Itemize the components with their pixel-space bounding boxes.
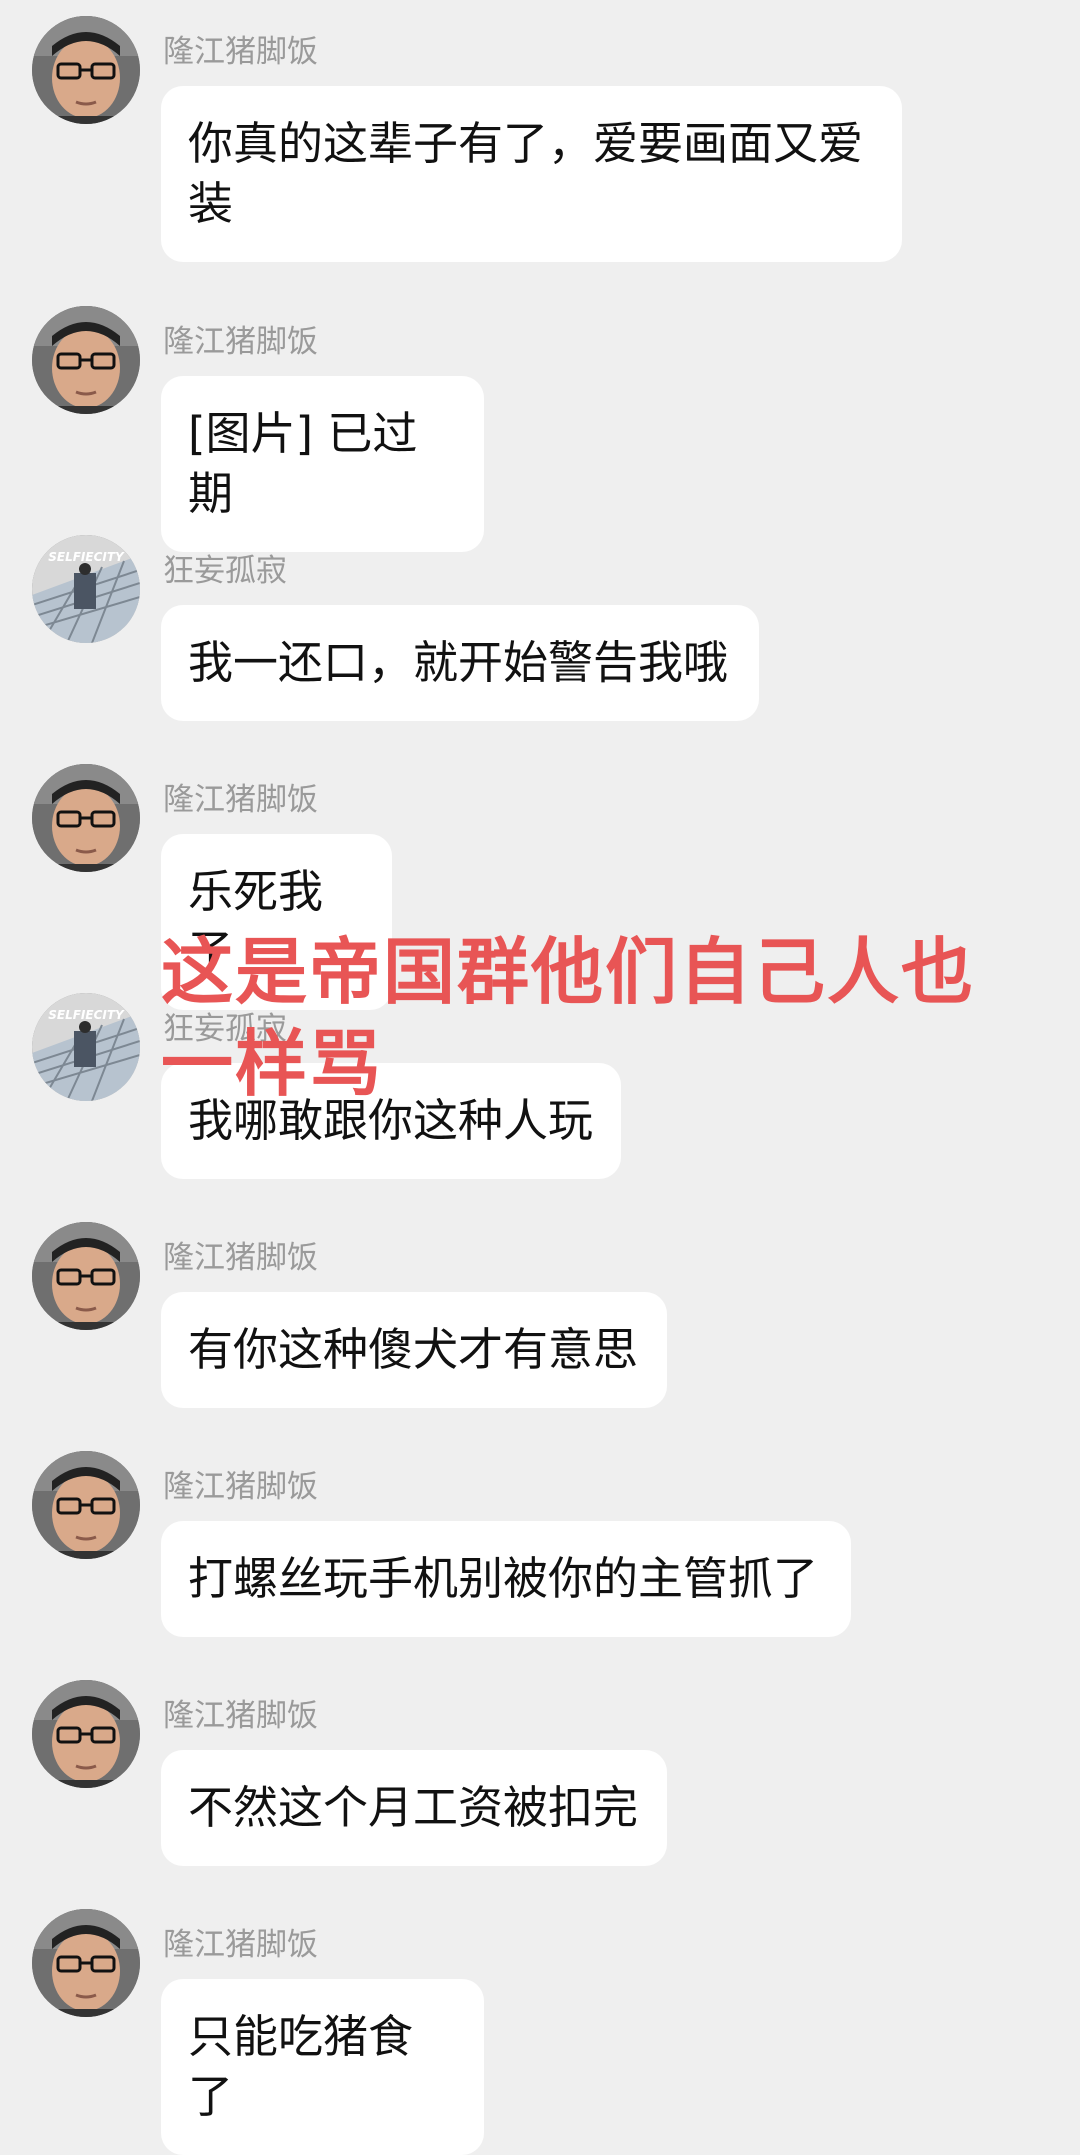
avatar[interactable]	[32, 16, 140, 124]
sender-name: 隆江猪脚饭	[163, 1469, 318, 1505]
man-with-glasses-avatar-icon	[32, 1909, 140, 2017]
avatar[interactable]	[32, 1680, 140, 1788]
selfiecity-photo-avatar-icon: SELFIECITY	[32, 535, 140, 643]
avatar-text: SELFIECITY	[48, 1008, 125, 1022]
message-bubble[interactable]: 不然这个月工资被扣完	[161, 1750, 667, 1866]
man-with-glasses-avatar-icon	[32, 1680, 140, 1788]
message-bubble[interactable]: 我一还口，就开始警告我哦	[161, 605, 759, 721]
message-bubble[interactable]: [图片] 已过期	[161, 376, 484, 552]
message-bubble[interactable]: 打螺丝玩手机别被你的主管抓了	[161, 1521, 851, 1637]
avatar-text: SELFIECITY	[48, 550, 125, 564]
sender-name: 隆江猪脚饭	[163, 1698, 318, 1734]
sender-name: 隆江猪脚饭	[163, 324, 318, 360]
avatar[interactable]	[32, 1909, 140, 2017]
sender-name: 隆江猪脚饭	[163, 34, 318, 70]
selfiecity-photo-avatar-icon: SELFIECITY	[32, 993, 140, 1101]
message-bubble[interactable]: 有你这种傻犬才有意思	[161, 1292, 667, 1408]
man-with-glasses-avatar-icon	[32, 16, 140, 124]
sender-name: 隆江猪脚饭	[163, 1927, 318, 1963]
sender-name: 狂妄孤寂	[163, 553, 287, 589]
sender-name: 隆江猪脚饭	[163, 782, 318, 818]
avatar[interactable]: SELFIECITY	[32, 993, 140, 1101]
avatar[interactable]	[32, 1451, 140, 1559]
avatar[interactable]	[32, 306, 140, 414]
avatar[interactable]	[32, 764, 140, 872]
sender-name: 隆江猪脚饭	[163, 1240, 318, 1276]
message-bubble[interactable]: 你真的这辈子有了，爱要画面又爱装	[161, 86, 902, 262]
man-with-glasses-avatar-icon	[32, 764, 140, 872]
message-bubble[interactable]: 只能吃猪食了	[161, 1979, 484, 2155]
avatar[interactable]: SELFIECITY	[32, 535, 140, 643]
man-with-glasses-avatar-icon	[32, 306, 140, 414]
man-with-glasses-avatar-icon	[32, 1451, 140, 1559]
avatar[interactable]	[32, 1222, 140, 1330]
man-with-glasses-avatar-icon	[32, 1222, 140, 1330]
red-annotation-text: 这是帝国群他们自己人也一样骂	[161, 930, 976, 1106]
